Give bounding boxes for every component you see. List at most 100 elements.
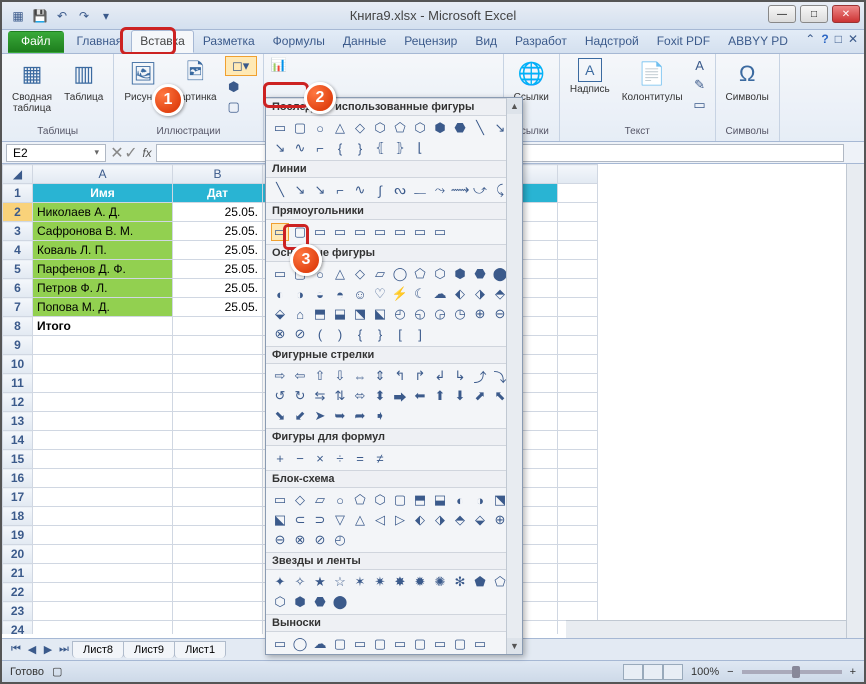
shape-option-icon[interactable]: ⇕ [371,367,389,385]
shape-option-icon[interactable]: ↘ [271,139,289,157]
row-header[interactable]: 13 [3,412,33,431]
shape-option-icon[interactable]: ⬈ [471,387,489,405]
shape-option-icon[interactable]: ▭ [371,223,389,241]
shape-option-icon[interactable]: ⌂ [291,305,309,323]
zoom-slider[interactable] [742,670,842,674]
shape-option-icon[interactable]: ▭ [391,223,409,241]
cell-name[interactable]: Николаев А. Д. [33,203,173,222]
tab-developer[interactable]: Разработ [506,30,576,53]
shape-option-icon[interactable]: − [291,449,309,467]
cell-name[interactable]: Парфенов Д. Ф. [33,260,173,279]
cell[interactable] [557,241,597,260]
shape-option-icon[interactable]: ◇ [351,265,369,283]
row-header[interactable]: 12 [3,393,33,412]
view-normal-button[interactable] [623,664,643,680]
shape-option-icon[interactable]: ✸ [391,573,409,591]
shape-option-icon[interactable]: ⇔ [351,367,369,385]
sheet-tab-1[interactable]: Лист1 [174,641,226,658]
shape-option-icon[interactable]: ◇ [291,491,309,509]
shape-option-icon[interactable]: ∿ [291,139,309,157]
wordart-icon[interactable]: A [691,56,709,74]
shape-option-icon[interactable]: ↲ [431,367,449,385]
sheet-tab-9[interactable]: Лист9 [123,641,175,658]
shape-option-icon[interactable]: ◴ [391,305,409,323]
shape-option-icon[interactable]: ⬅ [411,387,429,405]
view-pagebreak-button[interactable] [663,664,683,680]
shape-option-icon[interactable]: ⬢ [431,119,449,137]
macro-record-icon[interactable]: ▢ [52,665,62,678]
tab-abbyy[interactable]: ABBYY PD [719,30,797,53]
shape-option-icon[interactable]: △ [351,511,369,529]
shape-option-icon[interactable]: ↳ [451,367,469,385]
col-header-b[interactable]: B [173,165,263,184]
shape-option-icon[interactable]: { [351,325,369,343]
row-header[interactable]: 24 [3,621,33,635]
undo-icon[interactable]: ↶ [52,6,72,26]
tab-foxit[interactable]: Foxit PDF [648,30,719,53]
shape-option-icon[interactable]: ⬋ [291,407,309,425]
textbox-button[interactable]: A Надпись [566,56,614,97]
table-button[interactable]: ▥ Таблица [60,56,107,105]
shape-option-icon[interactable]: ⊂ [291,511,309,529]
shape-option-icon[interactable]: ⬤ [331,593,349,611]
shape-option-icon[interactable]: ▭ [351,635,369,653]
screenshot-button[interactable]: ▢ [225,98,243,116]
row-header-8[interactable]: 8 [3,317,33,336]
shape-option-icon[interactable]: ◁ [371,511,389,529]
shape-option-icon[interactable]: × [311,449,329,467]
shape-option-icon[interactable]: ⬊ [271,407,289,425]
cell[interactable] [557,279,597,298]
shape-option-icon[interactable]: ⬗ [431,511,449,529]
shape-option-icon[interactable]: ▭ [271,223,289,241]
row-header[interactable]: 4 [3,241,33,260]
shape-option-icon[interactable]: △ [331,265,349,283]
shape-option-icon[interactable]: ◶ [431,305,449,323]
shape-option-icon[interactable]: ╲ [471,119,489,137]
col-header-blank[interactable] [557,165,597,184]
shape-option-icon[interactable]: ◓ [331,285,349,303]
shape-option-icon[interactable]: ☾ [411,285,429,303]
shape-option-icon[interactable]: ⌊ [411,139,429,157]
shape-option-icon[interactable]: ⊘ [311,531,329,549]
shape-option-icon[interactable]: ⬣ [311,593,329,611]
shape-option-icon[interactable]: ▭ [271,265,289,283]
shape-option-icon[interactable]: ◵ [411,305,429,323]
shape-option-icon[interactable]: ◯ [291,635,309,653]
shape-option-icon[interactable]: ⬆ [431,387,449,405]
shape-option-icon[interactable]: ▢ [291,223,309,241]
shape-option-icon[interactable]: ⤻ [471,181,489,199]
shape-option-icon[interactable]: ⦄ [391,139,409,157]
shape-option-icon[interactable]: ▢ [451,635,469,653]
shape-option-icon[interactable]: ▭ [331,223,349,241]
enter-icon[interactable]: ✓ [124,143,138,163]
shape-option-icon[interactable]: ⬣ [471,265,489,283]
shape-option-icon[interactable]: ▭ [271,491,289,509]
shape-option-icon[interactable]: ⊃ [311,511,329,529]
shape-option-icon[interactable]: ▱ [371,265,389,283]
shape-option-icon[interactable]: ✺ [431,573,449,591]
shape-option-icon[interactable]: ○ [311,119,329,137]
shape-option-icon[interactable]: } [351,139,369,157]
row-header[interactable]: 10 [3,355,33,374]
minimize-ribbon-icon[interactable]: ⌃ [805,32,815,46]
save-icon[interactable]: 💾 [30,6,50,26]
shape-option-icon[interactable]: ⤳ [431,181,449,199]
shape-option-icon[interactable]: ☁ [431,285,449,303]
row-header[interactable]: 17 [3,488,33,507]
shape-option-icon[interactable]: ⊘ [291,325,309,343]
shape-option-icon[interactable]: ▢ [291,119,309,137]
shape-option-icon[interactable]: ◇ [351,119,369,137]
shape-option-icon[interactable]: ◷ [451,305,469,323]
cell[interactable] [557,260,597,279]
scroll-down-icon[interactable]: ▼ [507,638,522,654]
shape-option-icon[interactable]: ∫ [371,181,389,199]
row-header[interactable]: 22 [3,583,33,602]
dropdown-scrollbar[interactable]: ▲ ▼ [506,98,522,654]
row-header-1[interactable]: 1 [3,184,33,203]
shape-option-icon[interactable]: ▭ [271,635,289,653]
shape-option-icon[interactable]: ▢ [331,635,349,653]
shape-option-icon[interactable]: ▭ [271,119,289,137]
shape-option-icon[interactable]: ✷ [371,573,389,591]
fx-button[interactable]: fx [138,146,156,160]
shape-option-icon[interactable]: { [331,139,349,157]
